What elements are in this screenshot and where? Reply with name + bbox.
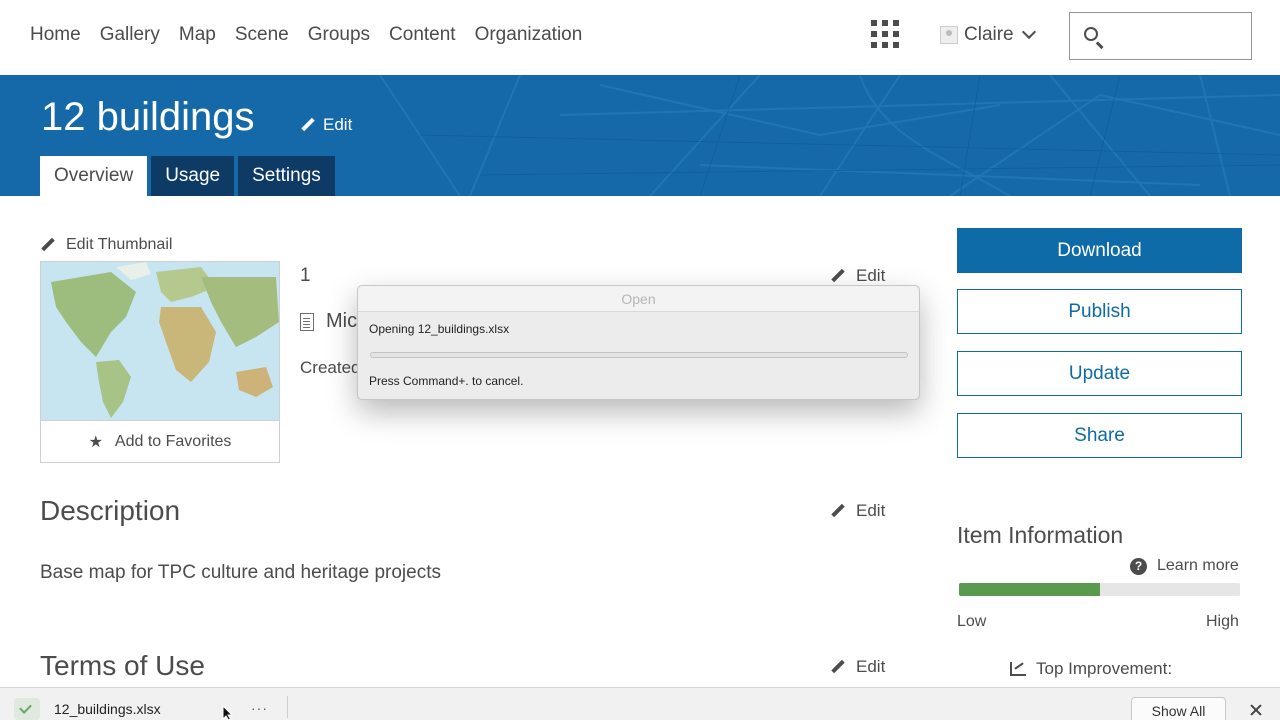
add-to-favorites-button[interactable]: ★ Add to Favorites	[41, 420, 279, 462]
meter-high-label: High	[1206, 613, 1239, 630]
item-created-info: Created	[300, 358, 361, 377]
terms-of-use-heading: Terms of Use	[40, 650, 205, 681]
top-improvement: Top Improvement:	[1010, 659, 1172, 679]
dialog-title: Open	[358, 286, 919, 312]
title-edit-button[interactable]: Edit	[300, 115, 352, 135]
chevron-down-icon	[1021, 24, 1036, 40]
nav-links: Home Gallery Map Scene Groups Content Or…	[30, 24, 601, 46]
search-input[interactable]	[1110, 23, 1240, 49]
download-item[interactable]: 12_buildings.xlsx	[8, 694, 282, 720]
description-edit-button[interactable]: Edit	[830, 501, 885, 521]
pencil-icon	[830, 504, 844, 518]
pencil-icon	[40, 238, 54, 252]
pencil-icon	[830, 269, 844, 283]
item-summary: 1	[300, 265, 311, 286]
star-icon: ★	[88, 433, 103, 451]
title-edit-label: Edit	[323, 115, 353, 134]
nav-link-organization[interactable]: Organization	[475, 24, 583, 46]
summary-edit-button[interactable]: Edit	[830, 266, 885, 286]
document-icon	[300, 312, 314, 331]
item-title: 12 buildings	[41, 95, 255, 139]
thumbnail-card: ★ Add to Favorites	[40, 261, 280, 463]
meter-low-label: Low	[957, 613, 987, 630]
app-launcher-grid-icon[interactable]	[871, 20, 899, 48]
edit-thumbnail-button[interactable]: Edit Thumbnail	[40, 236, 172, 254]
open-file-dialog: Open Opening 12_buildings.xlsx Press Com…	[357, 285, 920, 400]
meter-fill	[959, 583, 1100, 596]
nav-link-home[interactable]: Home	[30, 24, 81, 46]
item-tabs: Overview Usage Settings	[40, 156, 335, 196]
show-all-button[interactable]: Show All	[1131, 697, 1226, 720]
top-navigation: Home Gallery Map Scene Groups Content Or…	[0, 0, 1280, 75]
download-button[interactable]: Download	[957, 228, 1242, 273]
edit-thumbnail-label: Edit Thumbnail	[66, 236, 173, 253]
avatar	[940, 26, 958, 44]
nav-link-scene[interactable]: Scene	[235, 24, 289, 46]
download-file-name: 12_buildings.xlsx	[54, 701, 161, 717]
chart-icon	[1010, 662, 1026, 676]
checkmark-icon	[14, 698, 40, 720]
tab-usage[interactable]: Usage	[151, 156, 235, 196]
learn-more-label: Learn more	[1157, 557, 1239, 574]
description-edit-label: Edit	[856, 501, 886, 520]
terms-edit-label: Edit	[856, 657, 886, 676]
dialog-progress-bar	[370, 352, 908, 358]
nav-link-content[interactable]: Content	[389, 24, 456, 46]
shelf-divider	[287, 696, 288, 718]
summary-edit-label: Edit	[856, 266, 886, 285]
description-heading: Description	[40, 495, 181, 526]
thumbnail-map-image	[41, 262, 279, 420]
download-more-icon[interactable]: ···	[251, 700, 268, 716]
top-improvement-label: Top Improvement:	[1036, 659, 1173, 678]
update-button[interactable]: Update	[957, 351, 1242, 396]
tab-overview[interactable]: Overview	[40, 156, 148, 196]
close-icon[interactable]	[1249, 703, 1263, 717]
publish-button[interactable]: Publish	[957, 289, 1242, 334]
nav-link-groups[interactable]: Groups	[308, 24, 370, 46]
description-text: Base map for TPC culture and heritage pr…	[40, 562, 441, 583]
dialog-cancel-hint: Press Command+. to cancel.	[369, 374, 524, 388]
pencil-icon	[830, 660, 844, 674]
user-menu[interactable]: Claire	[940, 24, 1036, 46]
tab-settings[interactable]: Settings	[238, 156, 335, 196]
add-to-favorites-label: Add to Favorites	[114, 432, 232, 450]
search-icon	[1084, 27, 1098, 41]
file-type-label: Mic	[326, 310, 358, 332]
mouse-cursor-icon	[222, 706, 234, 720]
item-information-meter	[959, 583, 1240, 596]
item-information-heading: Item Information	[957, 522, 1124, 548]
nav-link-gallery[interactable]: Gallery	[100, 24, 160, 46]
share-button[interactable]: Share	[957, 413, 1242, 458]
pencil-icon	[300, 118, 314, 132]
item-file-type: Mic	[300, 310, 357, 333]
nav-link-map[interactable]: Map	[179, 24, 216, 46]
terms-edit-button[interactable]: Edit	[830, 657, 885, 677]
dialog-message: Opening 12_buildings.xlsx	[369, 322, 510, 336]
user-name: Claire	[964, 24, 1014, 45]
learn-more-link[interactable]: ? Learn more	[1130, 557, 1239, 575]
help-icon: ?	[1130, 557, 1147, 575]
search-box[interactable]	[1069, 12, 1252, 60]
item-banner: 12 buildings Edit Overview Usage Setting…	[0, 75, 1280, 196]
download-shelf: 12_buildings.xlsx ··· Show All	[0, 687, 1280, 720]
